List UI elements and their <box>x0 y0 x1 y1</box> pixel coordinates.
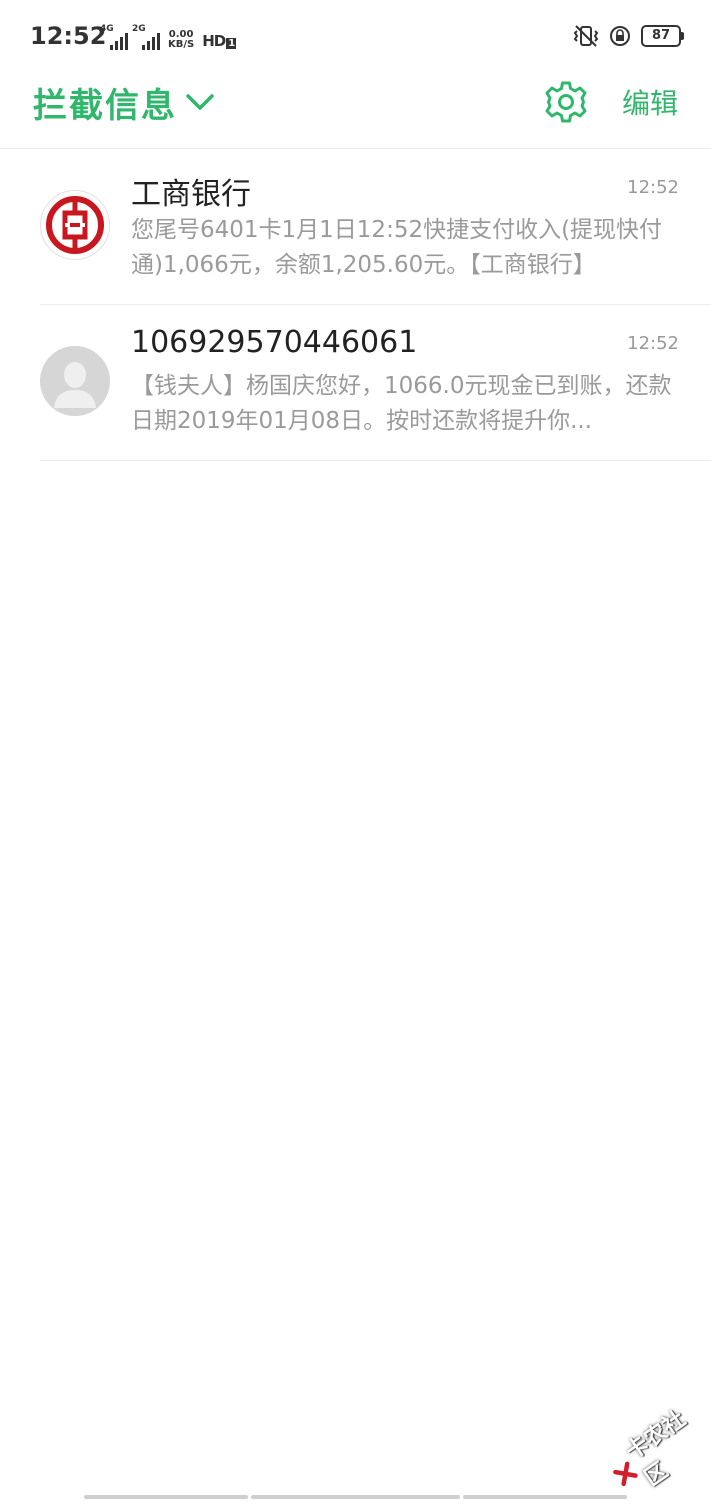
status-right: 87 <box>573 24 684 48</box>
rotation-lock-icon <box>610 26 630 46</box>
navigation-bar[interactable] <box>0 1492 711 1500</box>
default-contact-avatar-icon <box>40 346 110 416</box>
page-title[interactable]: 拦截信息 <box>33 78 177 127</box>
list-item[interactable]: 工商银行 12:52 您尾号6401卡1月1日12:52快捷支付收入(提现快付通… <box>0 149 711 305</box>
message-time: 12:52 <box>627 177 679 198</box>
message-preview: 【钱夫人】杨国庆您好，1066.0元现金已到账，还款日期2019年01月08日。… <box>131 373 672 434</box>
message-preview: 您尾号6401卡1月1日12:52快捷支付收入(提现快付通)1,066元，余额1… <box>131 217 663 278</box>
message-time: 12:52 <box>627 333 679 354</box>
message-sender: 106929570446061 <box>131 325 418 360</box>
gear-icon[interactable] <box>544 80 588 124</box>
nav-back-handle[interactable] <box>84 1495 248 1499</box>
signal-4g-icon: 4G <box>100 24 128 50</box>
divider <box>40 460 711 461</box>
battery-icon: 87 <box>641 25 684 47</box>
edit-button[interactable]: 编辑 <box>622 82 678 122</box>
nav-recents-handle[interactable] <box>463 1495 627 1499</box>
watermark: 卡农社区 <box>599 1394 711 1506</box>
app-header: 拦截信息 编辑 <box>0 70 711 149</box>
network-speed: 0.00 KB/S <box>168 29 195 50</box>
status-time: 12:52 <box>30 22 107 50</box>
nav-home-handle[interactable] <box>251 1495 460 1499</box>
status-signals: 4G 2G 0.00 KB/S HD 1 <box>100 22 237 50</box>
message-sender: 工商银行 <box>131 177 251 212</box>
chevron-down-icon[interactable] <box>184 86 216 118</box>
status-bar: 12:52 4G 2G 0.00 KB/S HD 1 87 <box>0 0 711 70</box>
list-item[interactable]: 106929570446061 12:52 【钱夫人】杨国庆您好，1066.0元… <box>0 305 711 461</box>
hd-voice-icon: HD 1 <box>202 32 237 50</box>
vibrate-icon <box>573 25 599 47</box>
intercepted-message-list: 工商银行 12:52 您尾号6401卡1月1日12:52快捷支付收入(提现快付通… <box>0 149 711 461</box>
icbc-logo-icon <box>40 190 110 260</box>
signal-2g-icon: 2G <box>132 24 160 50</box>
